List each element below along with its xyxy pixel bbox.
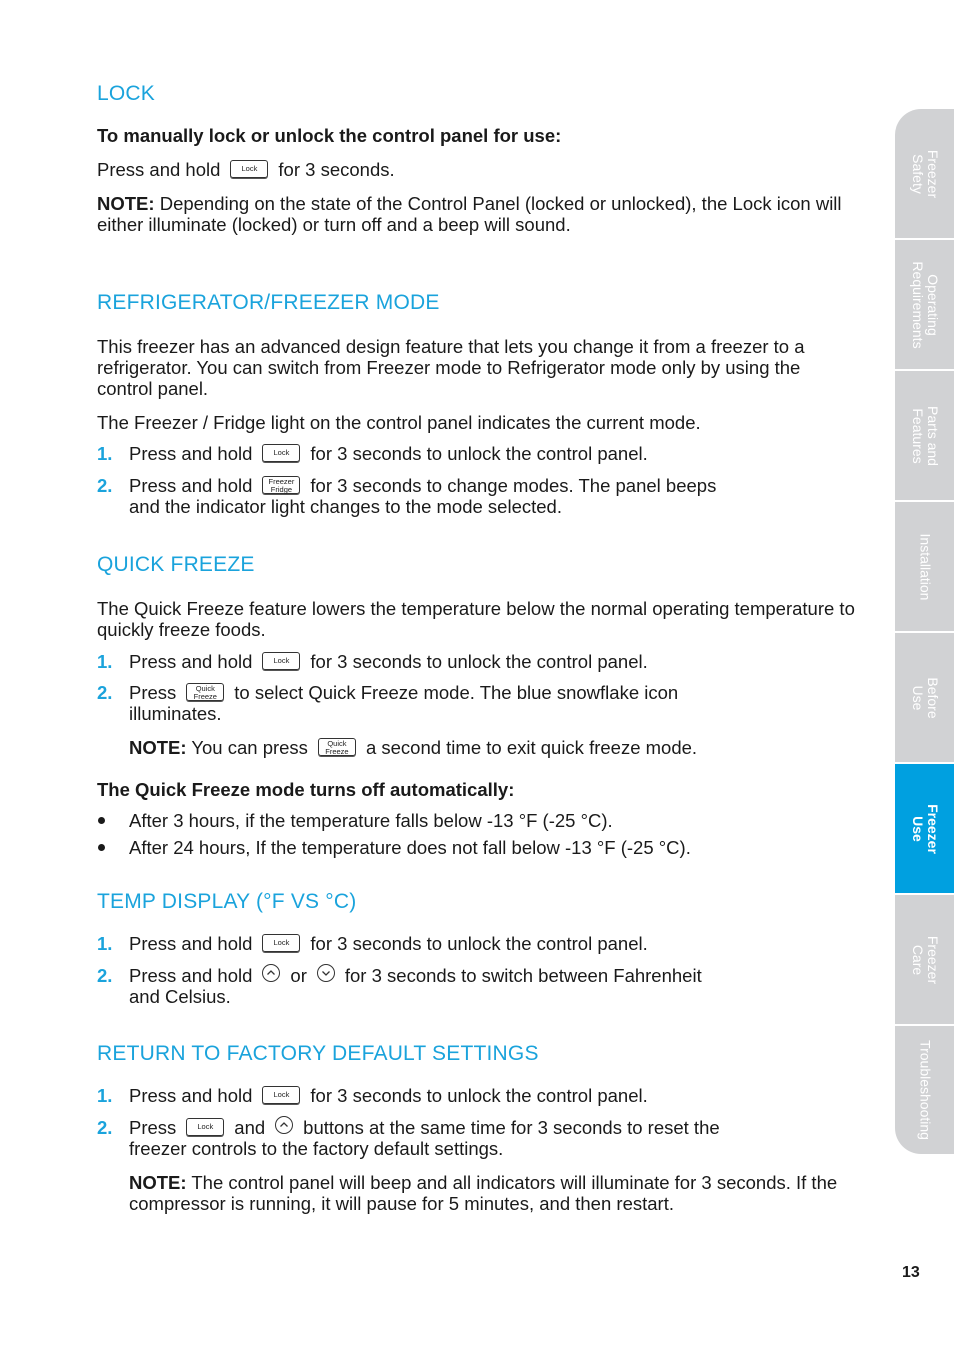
text: Press and hold — [97, 159, 221, 180]
lock-note: NOTE: Depending on the state of the Cont… — [97, 193, 857, 235]
step-number: 1. — [97, 933, 113, 954]
step-number: 2. — [97, 965, 113, 986]
tab-before-use[interactable]: Before Use — [895, 633, 954, 762]
quick-freeze-button-icon: Quick Freeze — [317, 738, 356, 757]
tab-operating-requirements[interactable]: Operating Requirements — [895, 240, 954, 369]
auto-off-heading: The Quick Freeze mode turns off automati… — [97, 779, 515, 800]
mode-heading: REFRIGERATOR/FREEZER MODE — [97, 291, 440, 314]
step-number: 1. — [97, 443, 113, 464]
lock-button-icon: Lock — [262, 444, 301, 463]
step-number: 1. — [97, 1085, 113, 1106]
step-number: 2. — [97, 475, 113, 496]
section-tabs: Freezer Safety Operating Requirements Part… — [895, 109, 954, 1154]
lock-heading: LOCK — [97, 82, 155, 105]
factory-reset-heading: RETURN TO FACTORY DEFAULT SETTINGS — [97, 1042, 539, 1065]
temp-display-heading: TEMP DISPLAY (°F VS °C) — [97, 890, 357, 913]
chevron-up-circle-icon — [262, 964, 281, 983]
text: for 3 seconds. — [278, 159, 395, 180]
step-number: 1. — [97, 651, 113, 672]
tab-freezer-safety[interactable]: Freezer Safety — [895, 109, 954, 238]
tab-freezer-care[interactable]: Freezer Care — [895, 895, 954, 1024]
tab-freezer-use[interactable]: Freezer Use — [895, 764, 954, 893]
bullet-icon — [98, 844, 105, 851]
lock-subheading: To manually lock or unlock the control p… — [97, 125, 562, 146]
tab-troubleshooting[interactable]: Troubleshooting — [895, 1026, 954, 1154]
mode-para-2: The Freezer / Fridge light on the contro… — [97, 412, 701, 433]
quick-freeze-heading: QUICK FREEZE — [97, 553, 255, 576]
tab-installation[interactable]: Installation — [895, 502, 954, 631]
mode-para-1: This freezer has an advanced design feat… — [97, 336, 805, 399]
lock-button-icon: Lock — [186, 1118, 225, 1137]
lock-button-icon: Lock — [262, 1086, 301, 1105]
chevron-up-circle-icon — [275, 1116, 294, 1135]
lock-button-icon: Lock — [230, 160, 269, 179]
quick-freeze-para: The Quick Freeze feature lowers the temp… — [97, 598, 855, 640]
tab-parts-and-features[interactable]: Parts and Features — [895, 371, 954, 500]
step-number: 2. — [97, 1117, 113, 1138]
note-label: NOTE: — [97, 193, 155, 214]
step-number: 2. — [97, 682, 113, 703]
chevron-down-circle-icon — [316, 964, 335, 983]
lock-instruction: Press and hold Lock for 3 seconds. — [97, 159, 857, 180]
lock-button-icon: Lock — [262, 934, 301, 953]
freezer-fridge-button-icon: Freezer Fridge — [262, 476, 301, 495]
lock-button-icon: Lock — [262, 652, 301, 671]
note-text: Depending on the state of the Control Pa… — [97, 193, 842, 235]
quick-freeze-button-icon: Quick Freeze — [186, 683, 225, 702]
page-number: 13 — [902, 1264, 920, 1281]
bullet-icon — [98, 817, 105, 824]
